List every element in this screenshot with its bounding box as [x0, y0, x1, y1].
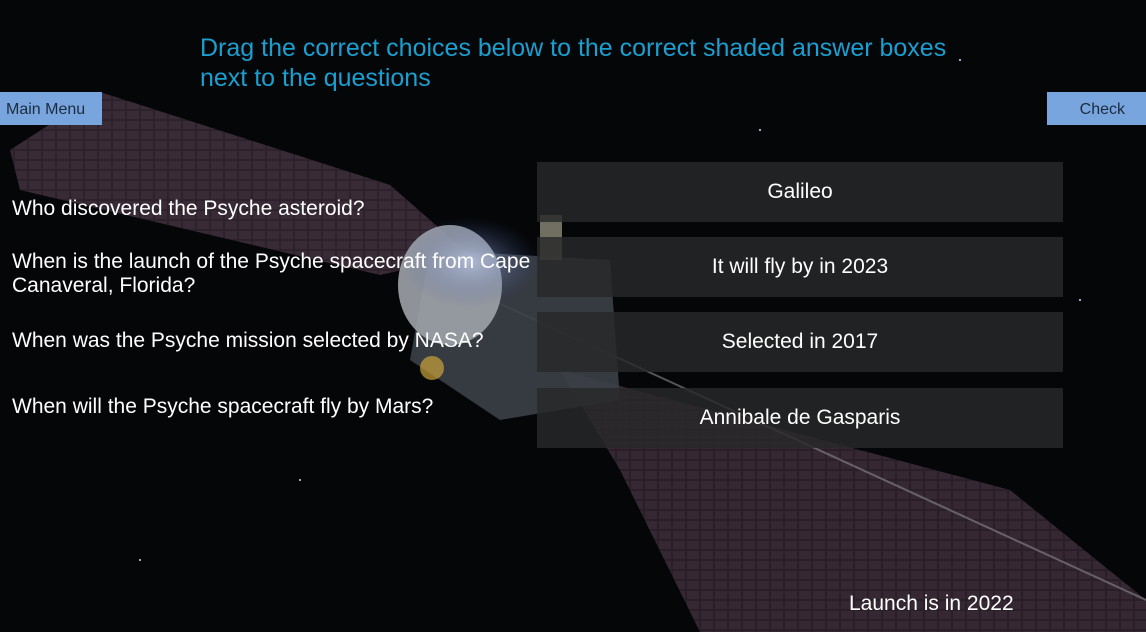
question-1: Who discovered the Psyche asteroid? [12, 197, 365, 220]
answer-slot-3[interactable]: Selected in 2017 [537, 312, 1063, 372]
draggable-choice-unplaced[interactable]: Launch is in 2022 [849, 592, 1014, 616]
main-menu-button[interactable]: Main Menu [0, 92, 102, 125]
draggable-choice[interactable]: It will fly by in 2023 [712, 255, 888, 279]
question-4: When will the Psyche spacecraft fly by M… [12, 395, 434, 418]
question-2: When is the launch of the Psyche spacecr… [12, 250, 531, 297]
draggable-choice[interactable]: Annibale de Gasparis [700, 406, 901, 430]
draggable-choice[interactable]: Galileo [767, 180, 832, 204]
answer-slot-1[interactable]: Galileo [537, 162, 1063, 222]
check-button[interactable]: Check [1047, 92, 1146, 125]
question-3: When was the Psyche mission selected by … [12, 329, 484, 352]
instruction-text: Drag the correct choices below to the co… [200, 34, 947, 92]
draggable-choice[interactable]: Selected in 2017 [722, 330, 878, 354]
answer-slot-2[interactable]: It will fly by in 2023 [537, 237, 1063, 297]
answer-slot-4[interactable]: Annibale de Gasparis [537, 388, 1063, 448]
